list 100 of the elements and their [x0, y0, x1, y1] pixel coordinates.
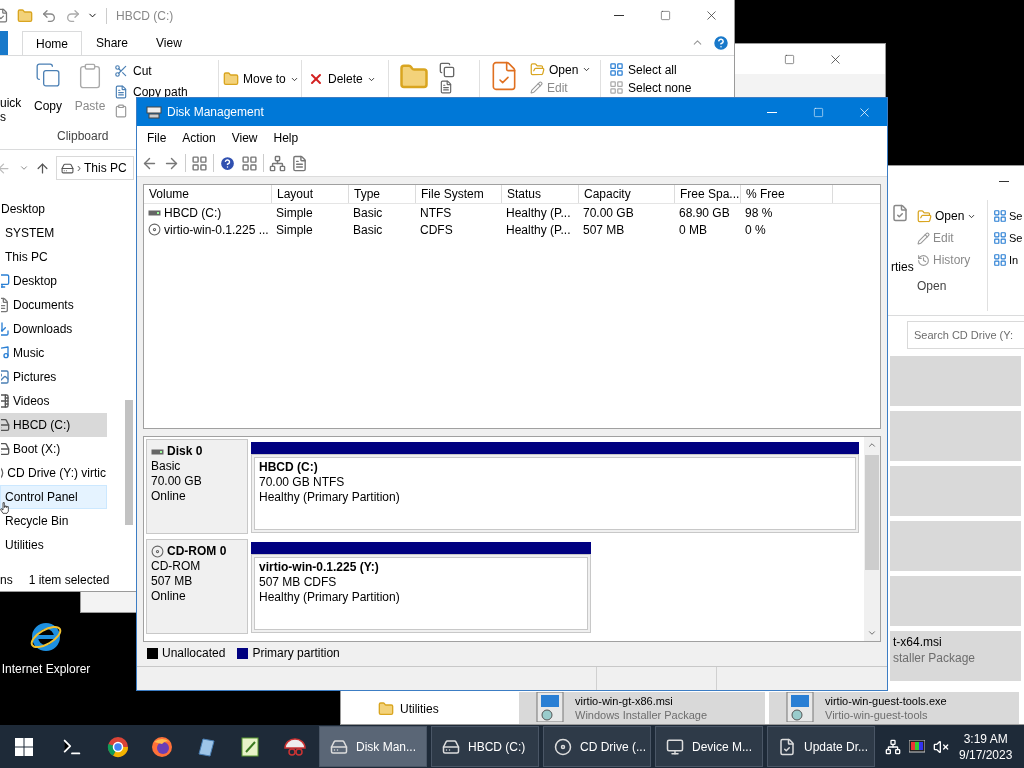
group-label: Clipboard	[57, 128, 109, 145]
network-icon[interactable]	[885, 738, 901, 755]
clock[interactable]: 3:19 AM 9/17/2023	[959, 730, 1013, 763]
menu-item[interactable]: Action	[174, 128, 224, 148]
disk-info: Basic	[151, 459, 182, 474]
partition[interactable]: virtio-win-0.1.225 (Y:) 507 MB CDFS Healthy (Primary Partition)	[251, 554, 592, 633]
file-tile[interactable]: virtio-win-guest-tools.exe Virtio-win-guest-tools	[769, 692, 1019, 724]
recent-icon[interactable]	[19, 163, 29, 173]
taskbar-button[interactable]: Disk Man...	[319, 726, 427, 767]
select-all-button[interactable]: Select all	[609, 62, 677, 77]
column-header[interactable]: Free Spa...	[675, 185, 741, 203]
folder-icon	[223, 71, 239, 87]
partition[interactable]: HBCD (C:) 70.00 GB NTFS Healthy (Primary Partition)	[251, 454, 859, 533]
history-button[interactable]: History	[917, 252, 971, 268]
disc-icon	[148, 223, 161, 236]
back-icon[interactable]	[0, 160, 11, 176]
select-button[interactable]: Se	[993, 230, 1023, 246]
partition-name: virtio-win-0.1.225 (Y:)	[259, 560, 380, 575]
table-cell-text: HBCD (C:)	[164, 204, 222, 222]
file-tile[interactable]: virtio-win-gt-x86.msi Windows Installer Package	[519, 692, 765, 724]
column-header[interactable]: File System	[416, 185, 502, 203]
status-text: ns	[0, 572, 13, 589]
select-button[interactable]: Se	[993, 208, 1023, 224]
nav-item[interactable]: Utilities	[400, 700, 439, 718]
help-icon[interactable]	[712, 34, 730, 52]
desktop-icon-label[interactable]: Internet Explorer	[1, 660, 91, 678]
snipping-icon[interactable]	[283, 735, 307, 758]
search-field[interactable]: Search CD Drive (Y:	[907, 321, 1024, 349]
column-header[interactable]: Layout	[272, 185, 349, 203]
ribbon-tab[interactable]: Home	[22, 31, 82, 55]
scrollbar[interactable]	[864, 437, 880, 641]
file-tile[interactable]	[890, 411, 1021, 461]
action-pane-icon[interactable]	[241, 154, 258, 172]
mute-icon[interactable]	[933, 738, 949, 755]
copy-button[interactable]: Copy	[28, 56, 68, 127]
folder-icon[interactable]	[17, 7, 33, 24]
display-icon[interactable]	[909, 739, 925, 754]
browser-icon[interactable]	[107, 735, 129, 758]
file-tile[interactable]: t-x64.msi staller Package	[890, 631, 1021, 681]
nav-item[interactable]: HBCD (C:)	[0, 413, 107, 437]
column-header[interactable]: % Free	[741, 185, 833, 203]
easy-access-icon[interactable]	[439, 80, 453, 94]
console-tree-icon[interactable]	[191, 154, 208, 172]
disc-icon	[554, 737, 572, 756]
up-icon[interactable]	[35, 160, 50, 176]
address-field[interactable]: › This PC	[56, 156, 134, 180]
delete-button[interactable]: Delete	[308, 70, 376, 88]
taskbar-button[interactable]: HBCD (C:)	[431, 726, 539, 767]
scrollbar-thumb[interactable]	[125, 400, 133, 525]
legend-label: Primary partition	[252, 645, 340, 662]
clock-icon	[917, 253, 930, 267]
disk-info: CD-ROM	[151, 559, 202, 574]
column-header[interactable]: Status	[502, 185, 579, 203]
ribbon-tab[interactable]: View	[142, 31, 196, 55]
new-item-icon[interactable]	[439, 62, 455, 78]
menu-item[interactable]: View	[223, 128, 266, 148]
drive-icon	[1, 417, 10, 433]
table-cell-text: Simple	[276, 204, 313, 222]
disk-management-icon	[146, 105, 162, 119]
file-tile[interactable]	[890, 356, 1021, 406]
drive-icon	[330, 737, 348, 756]
taskbar-button[interactable]: Update Dr...	[767, 726, 875, 767]
grid-icon	[993, 253, 1007, 267]
open-button[interactable]: Open	[917, 208, 977, 224]
grid-icon	[993, 231, 1007, 245]
file-tile[interactable]	[890, 576, 1021, 626]
cut-button[interactable]: Cut	[114, 62, 152, 79]
undo-icon[interactable]	[41, 7, 57, 24]
menu-item[interactable]: File	[139, 128, 175, 148]
disk-info: Online	[151, 589, 187, 604]
taskbar-button[interactable]: CD Drive (...	[543, 726, 651, 767]
column-header[interactable]: Type	[349, 185, 416, 203]
videos-icon	[1, 393, 10, 409]
notepad-icon[interactable]	[195, 735, 217, 758]
start-icon[interactable]	[15, 737, 33, 756]
properties-label[interactable]: rties	[891, 258, 914, 276]
ribbon-tab[interactable]: Share	[82, 31, 143, 55]
nav-item[interactable]: Control Panel	[0, 485, 107, 509]
select-none-button[interactable]: Select none	[609, 80, 692, 95]
drive-icon	[148, 209, 161, 216]
help-icon[interactable]	[219, 154, 236, 172]
column-header[interactable]: Capacity	[579, 185, 675, 203]
move-to-button[interactable]: Move to	[223, 70, 299, 88]
select-button[interactable]: In	[993, 252, 1019, 268]
connect-icon[interactable]	[269, 154, 286, 172]
taskbar-button[interactable]: Device M...	[655, 726, 763, 767]
column-header[interactable]: Volume	[144, 185, 272, 203]
paste-shortcut-icon[interactable]	[114, 104, 128, 118]
browser-icon[interactable]	[29, 620, 63, 654]
open-button[interactable]: Open	[530, 62, 592, 77]
scroll-down-icon[interactable]	[867, 628, 877, 638]
scroll-up-icon[interactable]	[867, 440, 877, 450]
file-tile[interactable]	[890, 521, 1021, 571]
file-tile[interactable]	[890, 466, 1021, 516]
editor-icon[interactable]	[239, 735, 261, 758]
redo-icon[interactable]	[65, 7, 81, 24]
properties-icon[interactable]	[291, 154, 308, 172]
menu-item[interactable]: Help	[265, 128, 307, 148]
browser-icon[interactable]	[151, 735, 173, 758]
pin-button[interactable]: uick s	[0, 96, 26, 126]
